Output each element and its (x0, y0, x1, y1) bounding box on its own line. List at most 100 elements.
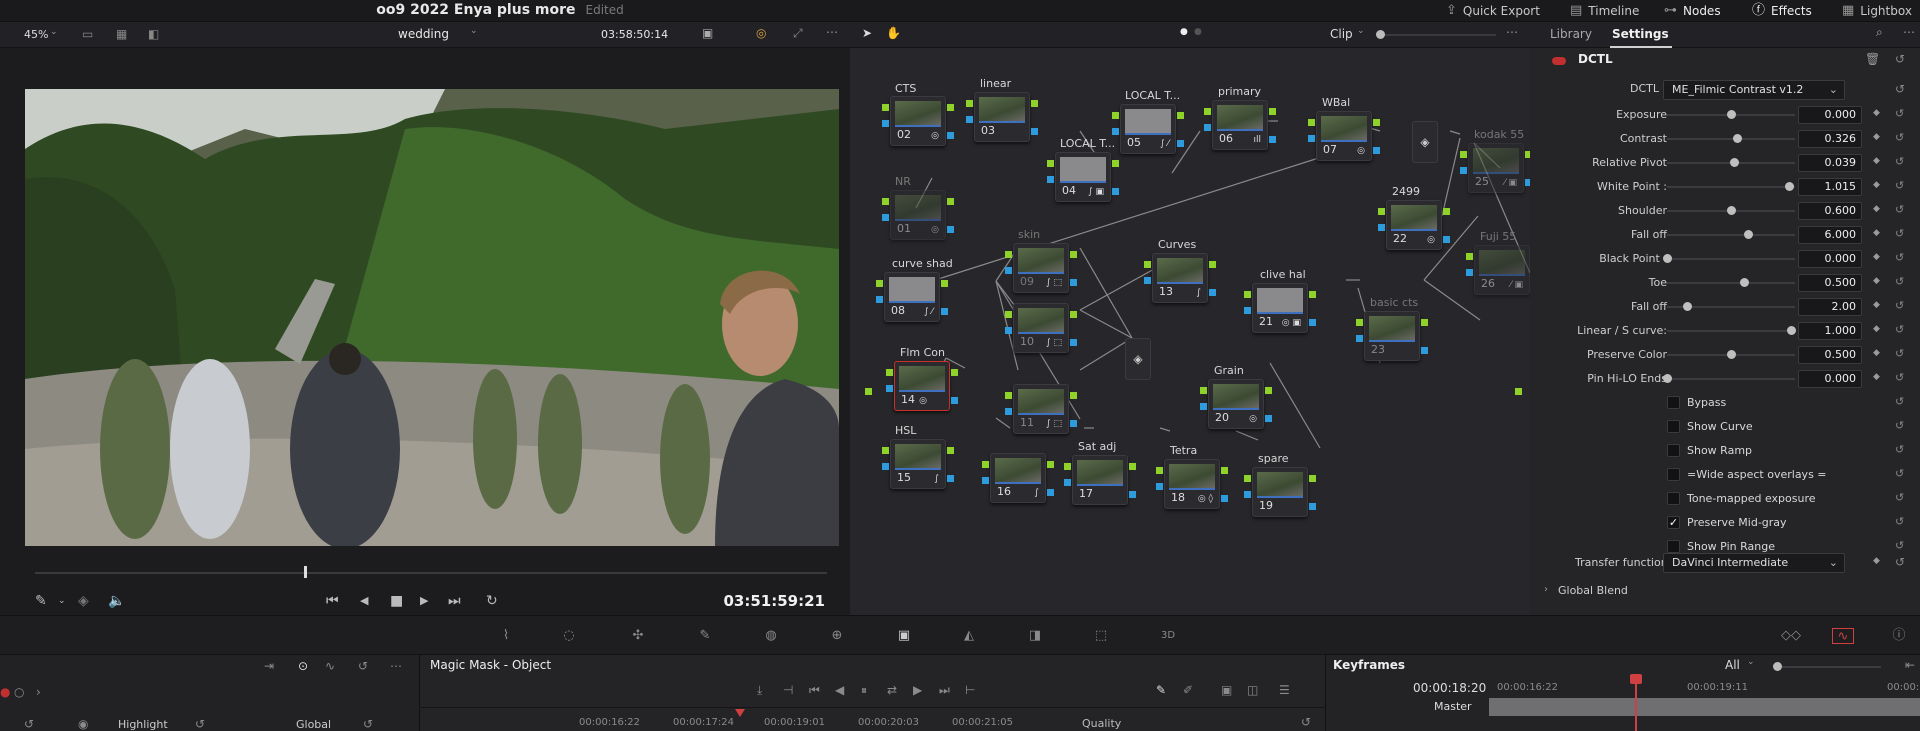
track-icon[interactable]: ⤓ (757, 683, 762, 698)
more-options-icon[interactable]: ⋯ (1903, 25, 1915, 39)
keyframe-diamond-icon[interactable]: ◆ (1873, 180, 1880, 190)
node-18[interactable]: 18 ◎ ◊ (1164, 459, 1220, 509)
rgb-connector[interactable] (1221, 467, 1228, 474)
key-connector[interactable] (1112, 128, 1119, 135)
key-connector[interactable] (1308, 135, 1315, 142)
video-frame[interactable] (25, 89, 839, 546)
param-value-field[interactable]: 0.600 (1798, 202, 1862, 220)
keyframe-filter-select[interactable]: All (1725, 658, 1740, 672)
transfer-function-select[interactable]: DaVinci Intermediate ⌄ (1663, 553, 1845, 573)
key-connector[interactable] (1373, 147, 1380, 154)
key-connector[interactable] (1070, 420, 1077, 427)
key-connector[interactable] (1047, 176, 1054, 183)
key-connector[interactable] (966, 116, 973, 123)
reset-icon[interactable]: ↺ (1895, 52, 1905, 66)
reset-icon[interactable]: ↺ (1895, 371, 1904, 384)
rgb-connector[interactable] (1378, 208, 1385, 215)
reset-icon[interactable]: ↺ (363, 717, 373, 731)
key-connector[interactable] (886, 385, 893, 392)
zoom-select[interactable]: 45% (24, 28, 48, 41)
key-connector[interactable] (1356, 335, 1363, 342)
radio-icon[interactable]: ◉ (78, 717, 88, 731)
key-connector[interactable] (1244, 307, 1251, 314)
rgb-connector[interactable] (882, 104, 889, 111)
keyframe-diamond-icon[interactable]: ◆ (1873, 132, 1880, 142)
param-value-field[interactable]: 6.000 (1798, 226, 1862, 244)
node-06[interactable]: 06 ıll (1212, 100, 1268, 150)
qualifier-palette-icon[interactable]: ◌ (558, 628, 580, 644)
rgb-connector[interactable] (947, 198, 954, 205)
param-slider-knob[interactable] (1787, 326, 1797, 335)
node-17[interactable]: 17 (1072, 455, 1128, 505)
chevron-right-icon[interactable]: › (36, 685, 41, 699)
tab-settings[interactable]: Settings (1612, 27, 1669, 41)
lightbox-button[interactable]: ▦ Lightbox (1842, 0, 1912, 22)
rgb-connector[interactable] (882, 198, 889, 205)
speaker-icon[interactable]: 🔈 (108, 588, 125, 614)
master-track-bar[interactable] (1489, 698, 1920, 716)
rgb-connector[interactable] (1309, 475, 1316, 482)
reset-icon[interactable]: ↺ (195, 717, 205, 731)
magic-mask-palette-icon[interactable]: ▣ (893, 628, 915, 644)
dctl-select[interactable]: ME_Filmic Contrast v1.2 ⌄ (1663, 80, 1845, 100)
reset-icon[interactable]: ↺ (1895, 203, 1904, 216)
param-slider[interactable] (1667, 378, 1795, 380)
param-value-field[interactable]: 0.000 (1798, 250, 1862, 268)
key-connector[interactable] (1443, 236, 1450, 243)
page-dot-icon[interactable]: ● (1180, 27, 1188, 37)
reset-icon[interactable]: ↺ (1895, 467, 1904, 480)
rgb-connector[interactable] (947, 104, 954, 111)
rgb-connector[interactable] (1466, 253, 1473, 260)
rgb-connector[interactable] (1200, 387, 1207, 394)
param-slider-knob[interactable] (1683, 302, 1693, 311)
color-picker-icon[interactable]: ◎ (756, 26, 766, 40)
node-05[interactable]: 05 ∫ ⁄ (1120, 104, 1176, 154)
chevron-down-icon[interactable]: ⌄ (58, 588, 66, 614)
chevron-right-icon[interactable]: › (1544, 584, 1548, 595)
eyedropper-palette-icon[interactable]: ✎ (694, 628, 716, 644)
rgb-connector[interactable] (947, 447, 954, 454)
layer-mixer[interactable]: ◈ (1125, 338, 1151, 380)
key-connector[interactable] (882, 214, 889, 221)
enable-toggle[interactable] (1552, 57, 1566, 65)
rgb-connector[interactable] (1244, 291, 1251, 298)
reset-icon[interactable]: ↺ (1301, 715, 1311, 729)
key-connector[interactable] (1144, 277, 1151, 284)
node-20[interactable]: 20 ◎ (1208, 379, 1264, 429)
key-connector[interactable] (1177, 140, 1184, 147)
stop-icon[interactable]: ■ (390, 588, 403, 614)
rgb-connector[interactable] (886, 369, 893, 376)
key-connector[interactable] (1031, 128, 1038, 135)
key-connector[interactable] (1200, 403, 1207, 410)
reset-icon[interactable]: ↺ (1895, 395, 1904, 408)
key-connector[interactable] (1460, 167, 1467, 174)
key-connector[interactable] (1070, 339, 1077, 346)
reset-icon[interactable]: ↺ (1895, 155, 1904, 168)
key-connector[interactable] (1265, 415, 1272, 422)
curves-palette-icon[interactable]: ⌇ (495, 628, 517, 644)
mark-in-icon[interactable]: ⊣ (783, 683, 793, 697)
overlay-icon[interactable]: ▣ (1221, 683, 1232, 697)
rgb-connector[interactable] (1421, 319, 1428, 326)
window-palette-icon[interactable]: ◍ (760, 628, 782, 644)
global-blend-header[interactable]: Global Blend (1558, 584, 1628, 597)
settings-sliders-icon[interactable]: ☰ (1279, 683, 1290, 697)
node-zoom-slider[interactable] (1376, 34, 1496, 36)
keyframe-diamond-icon[interactable]: ◆ (1873, 300, 1880, 310)
key-connector[interactable] (1129, 491, 1136, 498)
node-04[interactable]: 04 ∫ ▣ (1055, 152, 1111, 202)
key-connector[interactable] (1156, 483, 1163, 490)
hand-icon[interactable]: ✋ (886, 26, 901, 40)
checkbox[interactable] (1667, 420, 1680, 433)
subtract-stroke-icon[interactable]: ✐ (1183, 683, 1193, 697)
param-slider[interactable] (1667, 258, 1795, 260)
monitor-icon[interactable]: ▣ (702, 26, 713, 40)
key-connector[interactable] (947, 132, 954, 139)
reset-icon[interactable]: ↺ (24, 717, 34, 731)
nodes-button[interactable]: ⊶ Nodes (1664, 0, 1721, 22)
node-07[interactable]: 07 ◎ (1316, 111, 1372, 161)
node-08[interactable]: 08 ∫ ⁄ (884, 272, 940, 322)
param-slider-knob[interactable] (1727, 206, 1736, 215)
rgb-connector[interactable] (951, 369, 958, 376)
layout-grid-icon[interactable]: ▦ (116, 27, 127, 41)
